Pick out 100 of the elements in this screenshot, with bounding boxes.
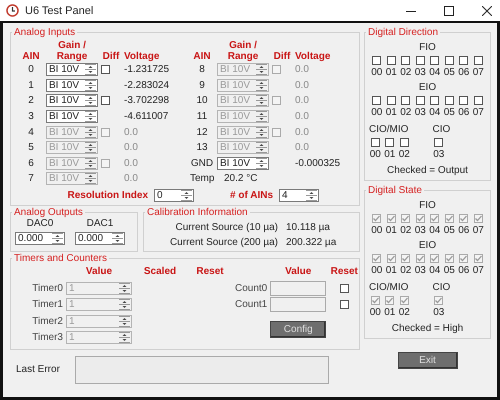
channel-label: 9 bbox=[198, 80, 206, 91]
temp-value: 20.2 °C bbox=[224, 173, 258, 184]
bit-label: 03 bbox=[414, 265, 426, 276]
column-header: Gain / Range bbox=[226, 40, 260, 62]
checkbox[interactable] bbox=[434, 138, 444, 147]
resolution-label: Resolution Index bbox=[67, 190, 148, 201]
ain-count-spinner[interactable]: 4 bbox=[279, 188, 319, 202]
last-error-label: Last Error bbox=[16, 364, 60, 376]
checkbox[interactable] bbox=[386, 96, 396, 105]
channel-label: 2 bbox=[27, 95, 35, 106]
bit-label: 01 bbox=[384, 307, 396, 318]
bit-label: 00 bbox=[371, 107, 382, 118]
channel-label: 7 bbox=[27, 173, 35, 184]
spin-arrows-icon[interactable] bbox=[112, 232, 123, 244]
voltage-value: 0.0 bbox=[295, 95, 309, 106]
checkbox[interactable] bbox=[372, 96, 382, 105]
checkbox[interactable] bbox=[416, 56, 425, 65]
bit-label: 03 bbox=[433, 307, 444, 318]
range-spinner[interactable]: BI 10V bbox=[46, 110, 98, 124]
checkbox[interactable] bbox=[101, 96, 110, 106]
bit-label: 03 bbox=[414, 67, 426, 78]
channel-label: 11 bbox=[196, 111, 208, 122]
group-title: Calibration Information bbox=[146, 206, 249, 218]
checkbox[interactable] bbox=[370, 138, 380, 147]
temp-label: Temp bbox=[190, 173, 214, 184]
column-header: Reset bbox=[195, 266, 225, 278]
range-spinner[interactable]: BI 10V bbox=[46, 63, 98, 76]
spin-arrows-icon[interactable] bbox=[306, 190, 317, 201]
group-title: Analog Outputs bbox=[13, 206, 84, 218]
checkbox[interactable] bbox=[444, 56, 454, 65]
checkbox[interactable] bbox=[400, 138, 409, 147]
spin-arrows-icon[interactable] bbox=[85, 95, 96, 106]
calibration-label: Current Source (10 µa) bbox=[174, 222, 278, 233]
checkbox[interactable] bbox=[386, 56, 396, 65]
checkbox[interactable] bbox=[416, 96, 425, 105]
bit-label: 02 bbox=[400, 107, 412, 118]
checkbox[interactable] bbox=[401, 96, 410, 105]
checkbox[interactable] bbox=[385, 138, 394, 147]
voltage-value: -3.702298 bbox=[124, 95, 170, 106]
bit-label: 03 bbox=[433, 149, 444, 160]
dac-spinner[interactable]: 0.000 bbox=[75, 232, 125, 245]
timer-label: Timer3 bbox=[31, 332, 63, 343]
group-title: Analog Inputs bbox=[13, 27, 76, 38]
bit-label: 02 bbox=[398, 307, 410, 318]
range-spinner[interactable]: BI 10V bbox=[46, 94, 98, 108]
range-spinner[interactable]: BI 10V bbox=[46, 78, 98, 92]
checkbox[interactable] bbox=[459, 96, 468, 105]
spin-arrows-icon[interactable] bbox=[85, 80, 96, 91]
window-title: U6 Test Panel bbox=[25, 4, 94, 16]
channel-label: 3 bbox=[27, 111, 35, 122]
checkbox[interactable] bbox=[459, 56, 468, 65]
close-icon[interactable] bbox=[482, 6, 492, 16]
timer-label: Timer2 bbox=[31, 316, 63, 326]
maximize-icon[interactable] bbox=[444, 6, 454, 16]
checkbox[interactable] bbox=[444, 96, 454, 105]
channel-label: 8 bbox=[198, 64, 206, 76]
resolution-spinner[interactable]: 0 bbox=[154, 188, 194, 202]
bit-label: 04 bbox=[429, 67, 440, 78]
checkbox[interactable] bbox=[430, 96, 440, 105]
column-header: Value bbox=[284, 266, 312, 278]
column-header: Scaled bbox=[142, 266, 178, 278]
bit-label: 04 bbox=[429, 225, 440, 236]
checkbox[interactable] bbox=[430, 56, 440, 65]
bit-label: 06 bbox=[458, 225, 470, 236]
dac-spinner[interactable]: 0.000 bbox=[15, 232, 65, 245]
column-header: Gain / Range bbox=[56, 40, 88, 62]
bit-label: 05 bbox=[444, 265, 455, 276]
spin-arrows-icon[interactable] bbox=[181, 190, 192, 201]
spin-arrows-icon[interactable] bbox=[52, 232, 63, 244]
checkbox[interactable] bbox=[401, 56, 410, 65]
bit-label: 02 bbox=[400, 67, 412, 78]
voltage-value: 0.0 bbox=[124, 173, 138, 184]
voltage-value: -2.283024 bbox=[124, 80, 170, 91]
voltage-value: -1.231725 bbox=[124, 64, 170, 76]
checkbox[interactable] bbox=[474, 56, 483, 65]
bit-label: 00 bbox=[371, 225, 382, 236]
bit-label: 00 bbox=[371, 67, 382, 78]
channel-label: 10 bbox=[195, 95, 209, 106]
app-icon bbox=[6, 4, 19, 17]
channel-label: 13 bbox=[195, 142, 209, 154]
bit-label: 01 bbox=[384, 149, 396, 160]
checkbox[interactable] bbox=[474, 96, 483, 105]
bit-label: 07 bbox=[472, 225, 484, 236]
spin-arrows-icon[interactable] bbox=[85, 64, 96, 76]
config-button[interactable]: Config bbox=[270, 320, 326, 338]
spin-arrows-icon[interactable] bbox=[85, 111, 96, 122]
voltage-value: 0.0 bbox=[295, 111, 309, 122]
bit-label: 01 bbox=[386, 265, 397, 276]
spin-arrows-icon[interactable] bbox=[256, 158, 267, 169]
dac-label: DAC0 bbox=[26, 218, 54, 229]
group-title: Digital State bbox=[367, 185, 423, 196]
checkbox[interactable] bbox=[101, 65, 110, 74]
range-spinner[interactable]: BI 10V bbox=[217, 156, 269, 170]
voltage-value: 0.0 bbox=[295, 126, 309, 138]
checkbox[interactable] bbox=[372, 56, 382, 65]
bit-label: 06 bbox=[458, 107, 470, 118]
bit-label: 05 bbox=[444, 225, 455, 236]
column-header: Diff bbox=[102, 51, 120, 62]
bit-label: 05 bbox=[444, 67, 455, 78]
exit-button[interactable]: Exit bbox=[398, 352, 458, 369]
